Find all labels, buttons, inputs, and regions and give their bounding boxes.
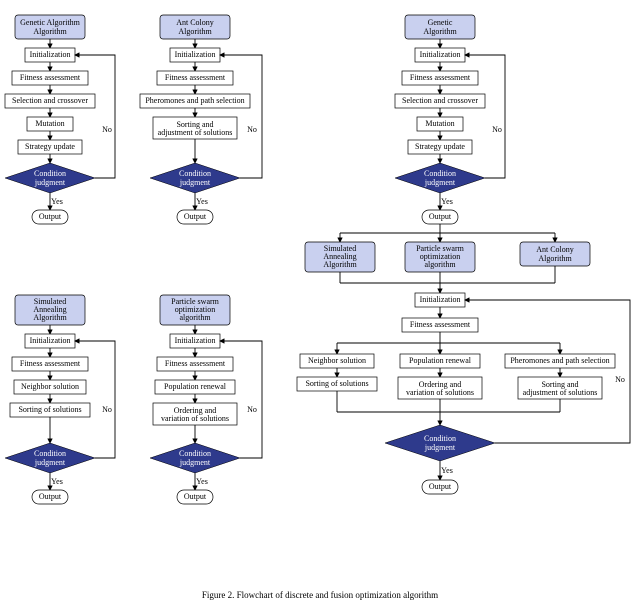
sa-sorting: Sorting of solutions <box>18 405 81 414</box>
svg-text:Condition: Condition <box>34 169 66 178</box>
figure-caption: Figure 2. Flowchart of discrete and fusi… <box>202 590 438 600</box>
svg-text:Initialization: Initialization <box>175 50 216 59</box>
svg-text:variation of solutions: variation of solutions <box>406 388 474 397</box>
svg-text:Output: Output <box>39 492 62 501</box>
svg-text:Condition: Condition <box>179 449 211 458</box>
svg-text:No: No <box>102 125 112 134</box>
svg-text:No: No <box>247 125 257 134</box>
svg-text:Yes: Yes <box>51 477 63 486</box>
svg-text:Fitness assessment: Fitness assessment <box>20 359 81 368</box>
ga-mutation: Mutation <box>35 119 64 128</box>
flow-ga: Genetic Algorithm Algorithm Initializati… <box>5 15 115 224</box>
svg-text:No: No <box>247 405 257 414</box>
svg-text:Yes: Yes <box>441 466 453 475</box>
svg-text:Yes: Yes <box>51 197 63 206</box>
svg-text:algorithm: algorithm <box>424 260 456 269</box>
svg-text:No: No <box>102 405 112 414</box>
svg-text:judgment: judgment <box>424 178 456 187</box>
flow-pso: Particle swarm optimization algorithm In… <box>150 295 262 504</box>
svg-text:No: No <box>615 375 625 384</box>
svg-text:Condition: Condition <box>34 449 66 458</box>
aco-pheromone: Pheromones and path selection <box>145 96 244 105</box>
svg-text:Algorithm: Algorithm <box>178 27 212 36</box>
pso-population: Population renewal <box>164 382 227 391</box>
sa-neighbor: Neighbor solution <box>21 382 79 391</box>
svg-text:Neighbor solution: Neighbor solution <box>308 356 366 365</box>
svg-text:judgment: judgment <box>179 178 211 187</box>
svg-text:Fitness assessment: Fitness assessment <box>410 73 471 82</box>
svg-text:Mutation: Mutation <box>425 119 454 128</box>
svg-text:Selection and crossover: Selection and crossover <box>402 96 478 105</box>
svg-text:Algorithm: Algorithm <box>538 254 572 263</box>
svg-text:adjustment of solutions: adjustment of solutions <box>158 128 233 137</box>
svg-text:Sorting of solutions: Sorting of solutions <box>305 379 368 388</box>
svg-text:Algorithm: Algorithm <box>423 27 457 36</box>
svg-text:judgment: judgment <box>424 443 456 452</box>
svg-text:judgment: judgment <box>34 458 66 467</box>
ga-strategy: Strategy update <box>25 142 75 151</box>
svg-text:Condition: Condition <box>179 169 211 178</box>
svg-text:Output: Output <box>184 212 207 221</box>
svg-text:Pheromones and path selection: Pheromones and path selection <box>510 356 609 365</box>
ga-init: Initialization <box>30 50 71 59</box>
svg-text:Initialization: Initialization <box>175 336 216 345</box>
svg-text:Initialization: Initialization <box>420 50 461 59</box>
svg-text:Condition: Condition <box>424 434 456 443</box>
svg-text:Ant Colony: Ant Colony <box>536 245 574 254</box>
flow-aco: Ant Colony Algorithm Initialization Fitn… <box>140 15 262 224</box>
svg-text:Strategy update: Strategy update <box>415 142 465 151</box>
svg-text:Fitness assessment: Fitness assessment <box>165 73 226 82</box>
svg-text:judgment: judgment <box>34 178 66 187</box>
svg-text:Initialization: Initialization <box>420 295 461 304</box>
svg-text:Output: Output <box>184 492 207 501</box>
ga-output: Output <box>39 212 62 221</box>
ga-fitness: Fitness assessment <box>20 73 81 82</box>
svg-text:Output: Output <box>429 212 452 221</box>
svg-text:Algorithm: Algorithm <box>33 313 67 322</box>
svg-text:Condition: Condition <box>424 169 456 178</box>
svg-text:Yes: Yes <box>441 197 453 206</box>
svg-text:Fitness assessment: Fitness assessment <box>165 359 226 368</box>
svg-text:algorithm: algorithm <box>179 313 211 322</box>
flow-fusion: GeneticAlgorithm Initialization Fitness … <box>297 15 630 494</box>
flow-sa: Simulated Annealing Algorithm Initializa… <box>5 295 115 504</box>
ga-selcross: Selection and crossover <box>12 96 88 105</box>
svg-text:judgment: judgment <box>179 458 211 467</box>
svg-text:Yes: Yes <box>196 477 208 486</box>
svg-text:Population renewal: Population renewal <box>409 356 472 365</box>
svg-text:Output: Output <box>429 482 452 491</box>
svg-text:Algorithm: Algorithm <box>323 260 357 269</box>
svg-text:Ant Colony: Ant Colony <box>176 18 214 27</box>
svg-text:Initialization: Initialization <box>30 336 71 345</box>
svg-text:Fitness assessment: Fitness assessment <box>410 320 471 329</box>
ga-title: Genetic Algorithm <box>20 18 81 27</box>
svg-text:No: No <box>492 125 502 134</box>
svg-text:variation of solutions: variation of solutions <box>161 414 229 423</box>
svg-text:Yes: Yes <box>196 197 208 206</box>
svg-text:adjustment of solutions: adjustment of solutions <box>523 388 598 397</box>
svg-text:Algorithm: Algorithm <box>33 27 67 36</box>
svg-text:Genetic: Genetic <box>428 18 453 27</box>
